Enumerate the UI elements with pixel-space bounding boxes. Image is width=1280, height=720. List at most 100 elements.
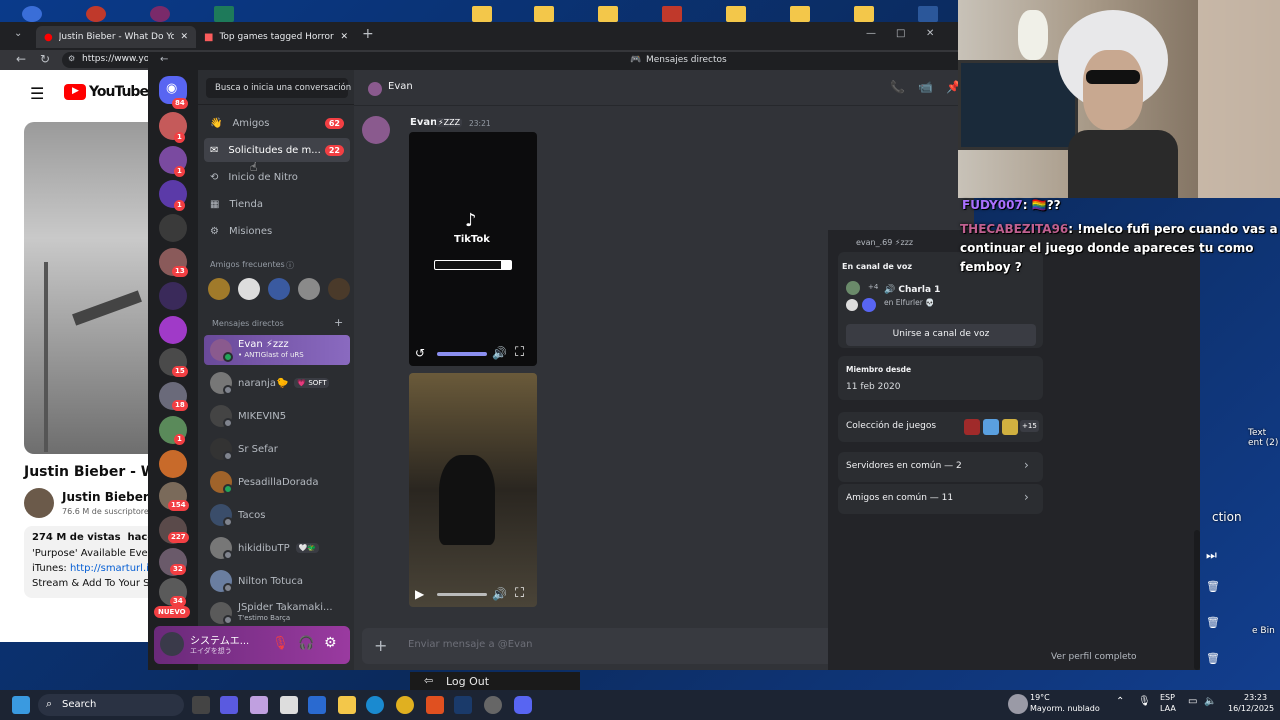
app-icon[interactable] — [150, 6, 170, 22]
tab-close-icon[interactable]: ✕ — [180, 32, 188, 42]
address-bar[interactable]: ⚙ https://www.you — [62, 52, 157, 68]
message-author[interactable]: Evan — [410, 117, 437, 128]
youtube-logo-icon[interactable]: ▶ — [64, 84, 86, 100]
message-input[interactable]: Enviar mensaje a @Evan — [408, 639, 532, 650]
frequent-friend-avatar[interactable] — [328, 278, 350, 300]
volume-icon[interactable]: 🔊 — [492, 587, 507, 601]
nav-nitro[interactable]: ⟲ Inicio de Nitro — [204, 165, 350, 189]
join-voice-button[interactable]: Unirse a canal de voz — [846, 324, 1036, 346]
fullscreen-icon[interactable]: ⛶ — [515, 586, 524, 601]
folder-icon[interactable] — [790, 6, 810, 22]
friends-common-row[interactable]: Amigos en común — 11 › — [838, 484, 1043, 514]
reload-icon[interactable]: ↻ — [40, 52, 50, 66]
nav-friends[interactable]: 👋 Amigos 62 — [204, 111, 350, 135]
scrollbar[interactable] — [1194, 530, 1200, 670]
language-indicator[interactable]: ESP — [1160, 693, 1175, 702]
trash-icon[interactable]: 🗑 — [1206, 616, 1220, 629]
voice-channel[interactable]: 🔊 Charla 1 — [884, 285, 940, 295]
dm-item-evan[interactable]: Evan ⚡zzz • ANTIGlast of uRS — [204, 335, 350, 365]
progress-bar[interactable] — [437, 593, 487, 596]
search-input[interactable]: Busca o inicia una conversación — [206, 78, 351, 98]
store-icon[interactable] — [280, 696, 298, 714]
volume-icon[interactable]: 🔊 — [492, 346, 507, 360]
full-profile-link[interactable]: Ver perfil completo — [1051, 652, 1137, 662]
folder-icon[interactable] — [662, 6, 682, 22]
trash-icon[interactable]: 🗑 — [1206, 652, 1220, 665]
folder-icon[interactable] — [726, 6, 746, 22]
frequent-friend-avatar[interactable] — [208, 278, 230, 300]
frequent-friend-avatar[interactable] — [298, 278, 320, 300]
chat-recipient[interactable]: Evan — [388, 81, 413, 92]
app-icon[interactable] — [22, 6, 42, 22]
chrome-icon[interactable] — [396, 696, 414, 714]
nav-quests[interactable]: ⚙ Misiones — [204, 219, 350, 243]
chevron-up-icon[interactable]: ⌃ — [1116, 696, 1124, 707]
folder-icon[interactable] — [472, 6, 492, 22]
copilot-icon[interactable] — [250, 696, 268, 714]
discord-taskbar-icon[interactable] — [514, 696, 532, 714]
weather-icon[interactable] — [1008, 694, 1028, 714]
add-dm-button[interactable]: + — [334, 316, 343, 329]
folder-icon[interactable] — [598, 6, 618, 22]
github-icon[interactable] — [484, 696, 502, 714]
teams-icon[interactable] — [220, 696, 238, 714]
tab-search-icon[interactable]: ⌄ — [14, 28, 22, 39]
server-icon[interactable] — [159, 214, 187, 242]
description-link[interactable]: http://smarturl.it/ — [70, 563, 156, 574]
dm-item[interactable]: naranja🐤 💗 SOFT — [204, 368, 350, 398]
fullscreen-icon[interactable]: ⛶ — [515, 345, 524, 360]
attach-plus-icon[interactable]: + — [374, 636, 387, 655]
menu-icon[interactable]: ☰ — [30, 84, 44, 103]
mute-icon[interactable]: 🎙 — [272, 636, 289, 651]
video-attachment[interactable]: ▶ 🔊 ⛶ — [409, 373, 537, 607]
windows-start-icon[interactable] — [12, 696, 30, 714]
back-arrow-icon[interactable]: ← — [160, 54, 168, 65]
clock-time[interactable]: 23:23 — [1244, 693, 1267, 702]
network-icon[interactable]: ▭ — [1188, 696, 1197, 707]
tab-youtube[interactable]: ● Justin Bieber - What Do You Mean ✕ — [36, 26, 196, 48]
trash-icon[interactable]: 🗑 — [1206, 580, 1220, 593]
games-card[interactable]: Colección de juegos +15 — [838, 412, 1043, 442]
video-attachment[interactable]: ♪ TikTok ↺ 🔊 ⛶ — [409, 132, 537, 366]
tab-close-icon[interactable]: ✕ — [340, 32, 348, 42]
dm-item[interactable]: PesadillaDorada — [204, 467, 350, 497]
nav-shop[interactable]: ▦ Tienda — [204, 192, 350, 216]
description-box[interactable]: 274 M de vistas hace 10 'Purpose' Availa… — [24, 526, 172, 598]
word-doc-icon[interactable] — [918, 6, 938, 22]
server-icon[interactable] — [159, 450, 187, 478]
dm-item[interactable]: Nilton Totuca — [204, 566, 350, 596]
maximize-button[interactable]: □ — [896, 28, 905, 39]
close-button[interactable]: ✕ — [926, 28, 934, 39]
microphone-icon[interactable]: 🎙 — [1138, 696, 1151, 707]
tab-itch[interactable]: ■ Top games tagged Horror - itch.io ✕ — [196, 26, 356, 48]
folder-icon[interactable] — [534, 6, 554, 22]
edge-icon[interactable] — [366, 696, 384, 714]
frequent-friend-avatar[interactable] — [268, 278, 290, 300]
progress-bar[interactable] — [437, 352, 487, 356]
back-arrow-icon[interactable]: ← — [16, 52, 26, 66]
server-icon[interactable] — [159, 282, 187, 310]
info-icon[interactable]: ⓘ — [286, 260, 294, 271]
steam-icon[interactable] — [454, 696, 472, 714]
nav-message-requests[interactable]: ✉ Solicitudes de m... 22 — [204, 138, 350, 162]
weather-desc[interactable]: Mayorm. nublado — [1030, 704, 1100, 713]
task-view-icon[interactable] — [192, 696, 210, 714]
folder-icon[interactable] — [854, 6, 874, 22]
log-out-link[interactable]: Log Out — [446, 675, 489, 688]
app-icon[interactable] — [86, 6, 106, 22]
server-icon[interactable] — [159, 316, 187, 344]
author-avatar[interactable] — [362, 116, 390, 144]
media-next-icon[interactable]: ⏭ — [1206, 548, 1217, 563]
minimize-button[interactable]: — — [866, 28, 876, 39]
frequent-friend-avatar[interactable] — [238, 278, 260, 300]
channel-name[interactable]: Justin Bieber — [62, 490, 149, 504]
settings-gear-icon[interactable]: ⚙ — [324, 635, 337, 651]
avatar[interactable] — [160, 632, 184, 656]
avatar[interactable] — [368, 82, 382, 96]
user-name[interactable]: システムエ... — [190, 632, 249, 647]
video-player[interactable] — [24, 122, 148, 454]
dm-item[interactable]: MIKEVIN5 — [204, 401, 350, 431]
speaker-icon[interactable]: 🔈 — [1204, 696, 1216, 707]
taskbar-search[interactable]: ⌕ Search — [38, 694, 184, 716]
play-icon[interactable]: ▶ — [415, 587, 424, 601]
